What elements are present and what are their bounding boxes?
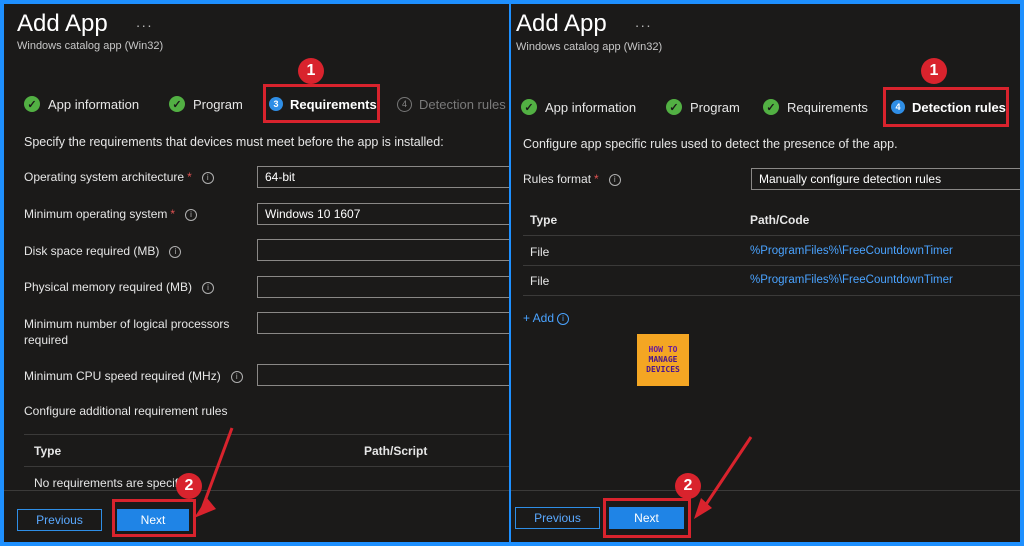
add-app-panel-requirements: Add App ··· Windows catalog app (Win32) ✓… [4,4,509,542]
red-arrow-icon [194,427,234,518]
add-app-panel-detection-rules: Add App ··· Windows catalog app (Win32) ✓… [511,4,1020,542]
red-arrow-icon [694,436,753,519]
